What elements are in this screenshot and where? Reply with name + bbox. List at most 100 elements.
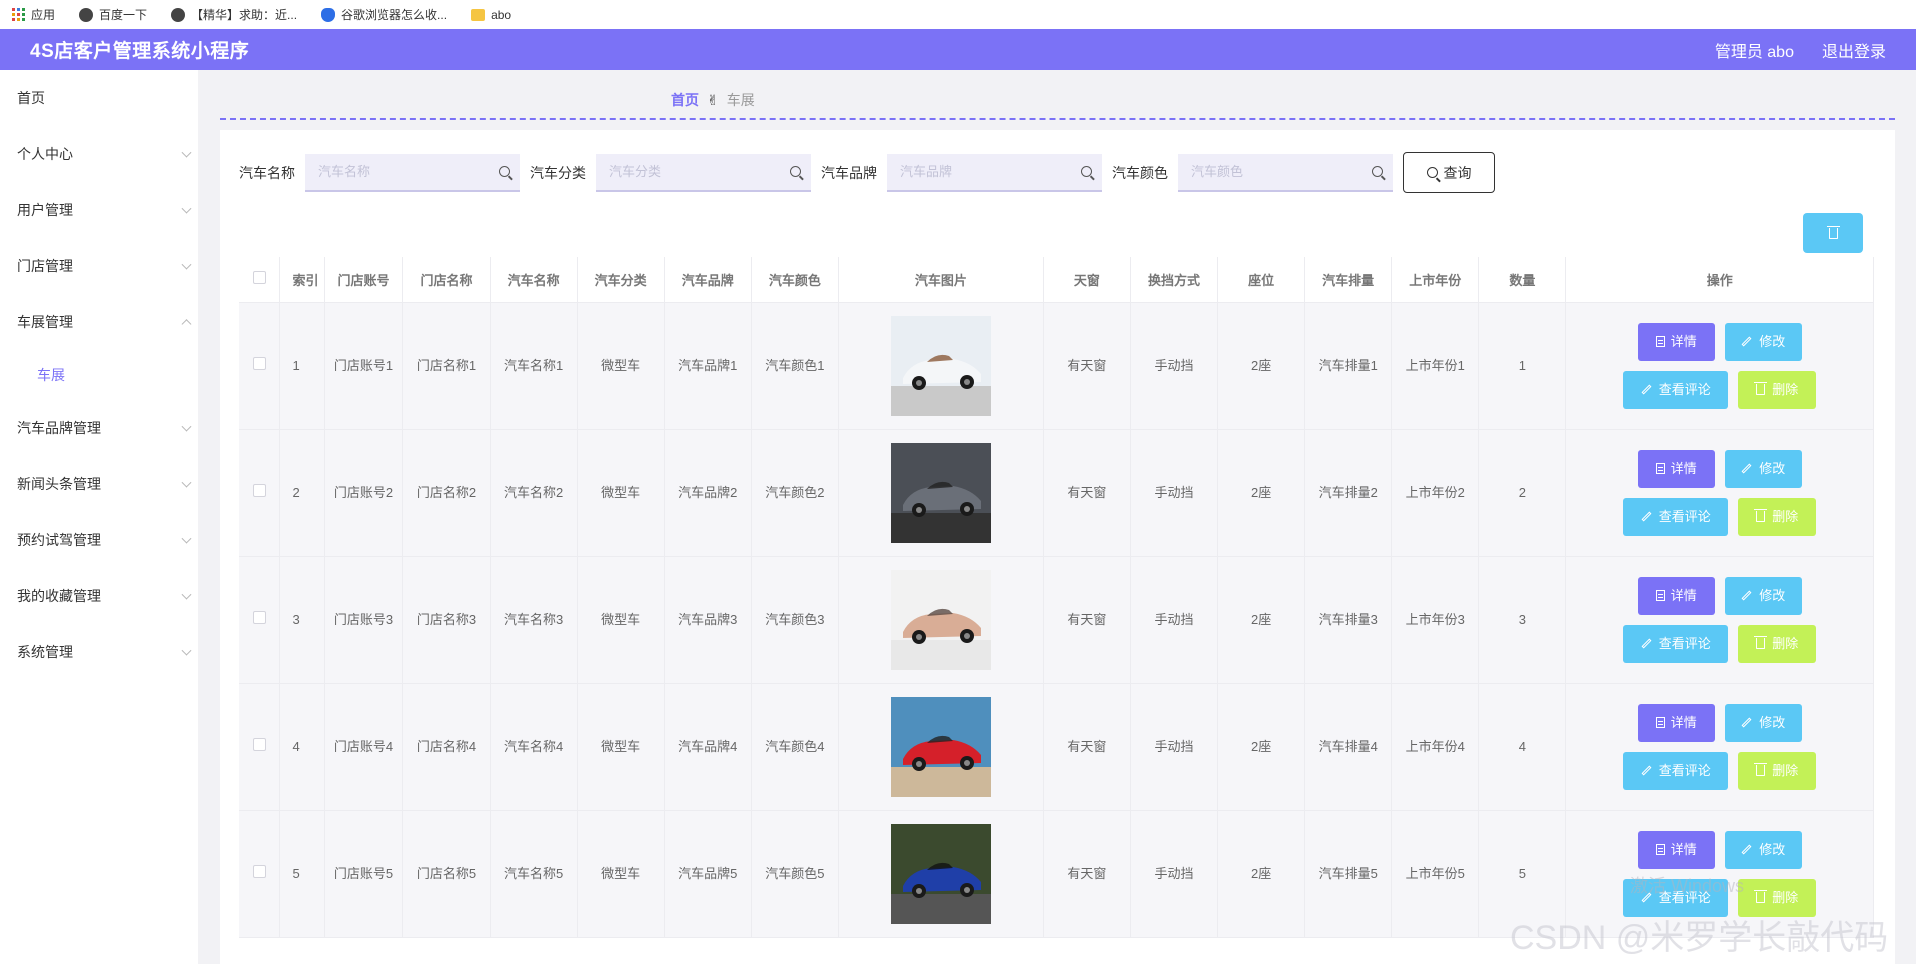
comment-label: 查看评论 xyxy=(1658,509,1711,524)
view-comments-button[interactable]: 查看评论 xyxy=(1623,624,1729,663)
cell-category: 微型车 xyxy=(577,556,665,684)
cell-seats: 2座 xyxy=(1217,683,1306,811)
row-checkbox[interactable] xyxy=(252,484,266,497)
col-header: 座位 xyxy=(1217,257,1306,303)
col-header: 汽车名称 xyxy=(490,257,578,303)
car-photo[interactable] xyxy=(890,442,991,543)
cell-brand: 汽车品牌1 xyxy=(664,302,752,430)
sidebar-item-profile[interactable]: 个人中心 xyxy=(0,126,198,182)
globe-icon xyxy=(171,7,186,22)
bookmark-chrome[interactable]: 谷歌浏览器怎么收... xyxy=(321,6,447,23)
car-photo[interactable] xyxy=(890,823,991,924)
bookmark-abo[interactable]: abo xyxy=(471,8,511,22)
detail-label: 详情 xyxy=(1670,461,1697,476)
table-row: 2 门店账号2 门店名称2 汽车名称2 微型车 汽车品牌2 汽车颜色2 有天窗 手动挡 2座 汽车排… xyxy=(239,429,1874,557)
row-checkbox[interactable] xyxy=(252,865,266,878)
row-checkbox[interactable] xyxy=(252,738,266,751)
car-photo[interactable] xyxy=(890,696,991,797)
cell-store-name: 门店名称1 xyxy=(402,302,491,430)
edit-button[interactable]: 修改 xyxy=(1724,449,1802,488)
row-checkbox[interactable] xyxy=(252,357,266,370)
view-comments-button[interactable]: 查看评论 xyxy=(1623,751,1729,790)
bookmark-help[interactable]: 【精华】求助：近... xyxy=(171,6,297,23)
cell-store-name: 门店名称5 xyxy=(402,810,491,938)
chevron-down-icon xyxy=(181,589,192,600)
sidebar-item-testdrive[interactable]: 预约试驾管理 xyxy=(0,512,198,568)
car-photo[interactable] xyxy=(890,569,991,670)
delete-button[interactable]: 删除 xyxy=(1738,751,1817,790)
cell-brand: 汽车品牌5 xyxy=(664,810,752,938)
query-button[interactable]: 查询 xyxy=(1403,152,1495,193)
delete-button[interactable]: 删除 xyxy=(1738,878,1817,917)
view-comments-button[interactable]: 查看评论 xyxy=(1623,878,1729,917)
cell-year: 上市年份3 xyxy=(1391,556,1480,684)
view-comments-button[interactable]: 查看评论 xyxy=(1623,497,1729,536)
cell-car-image xyxy=(838,302,1044,430)
cell-car-name: 汽车名称3 xyxy=(490,556,578,684)
cell-gear: 手动挡 xyxy=(1130,429,1219,557)
sidebar-item-news[interactable]: 新闻头条管理 xyxy=(0,456,198,512)
delete-button[interactable]: 删除 xyxy=(1738,370,1817,409)
sidebar-item-system[interactable]: 系统管理 xyxy=(0,624,198,680)
sidebar-item-home[interactable]: 首页 xyxy=(0,70,198,126)
detail-button[interactable]: 详情 xyxy=(1637,449,1715,488)
edit-button[interactable]: 修改 xyxy=(1724,322,1802,361)
cell-sunroof: 有天窗 xyxy=(1043,556,1131,684)
brand-search xyxy=(887,153,1102,192)
sidebar-item-label: 门店管理 xyxy=(17,258,73,274)
cell-seats: 2座 xyxy=(1217,302,1306,430)
cell-sunroof: 有天窗 xyxy=(1043,810,1131,938)
detail-button[interactable]: 详情 xyxy=(1637,322,1715,361)
edit-button[interactable]: 修改 xyxy=(1724,830,1802,869)
category-search xyxy=(596,153,811,192)
chevron-down-icon xyxy=(181,645,192,656)
cell-color: 汽车颜色3 xyxy=(751,556,839,684)
cell-gear: 手动挡 xyxy=(1130,810,1219,938)
detail-label: 详情 xyxy=(1670,842,1697,857)
detail-button[interactable]: 详情 xyxy=(1637,703,1715,742)
sidebar-item-stores[interactable]: 门店管理 xyxy=(0,238,198,294)
breadcrumb-current: 车展 xyxy=(726,92,755,108)
delete-label: 删除 xyxy=(1772,636,1799,651)
breadcrumb-home[interactable]: 首页 xyxy=(671,90,699,110)
color-input[interactable] xyxy=(1178,153,1393,190)
cell-store-account: 门店账号2 xyxy=(324,429,404,557)
cell-displacement: 汽车排量3 xyxy=(1304,556,1393,684)
search-label-car-name: 汽车名称 xyxy=(239,164,295,181)
sidebar: 首页 个人中心 用户管理 门店管理 车展管理 车展 汽车品牌管理 新闻头条管理 … xyxy=(0,70,198,964)
sidebar-item-favorites[interactable]: 我的收藏管理 xyxy=(0,568,198,624)
sidebar-item-carshow[interactable]: 车展 xyxy=(0,350,198,400)
edit-button[interactable]: 修改 xyxy=(1724,703,1802,742)
edit-button[interactable]: 修改 xyxy=(1724,576,1802,615)
delete-button[interactable]: 删除 xyxy=(1738,624,1817,663)
sidebar-item-label: 车展 xyxy=(37,367,65,383)
trash-icon xyxy=(1754,636,1768,649)
bookmark-baidu[interactable]: 百度一下 xyxy=(79,6,147,23)
sidebar-item-carshow-management[interactable]: 车展管理 xyxy=(0,294,198,350)
detail-button[interactable]: 详情 xyxy=(1637,830,1715,869)
cell-actions: 详情 修改查看评论 删除 xyxy=(1565,683,1874,811)
delete-button[interactable]: 删除 xyxy=(1738,497,1817,536)
col-header: 索引 xyxy=(279,257,325,303)
row-checkbox[interactable] xyxy=(252,611,266,624)
select-all-checkbox[interactable] xyxy=(252,271,266,285)
car-photo[interactable] xyxy=(890,315,991,416)
sidebar-item-brands[interactable]: 汽车品牌管理 xyxy=(0,400,198,456)
category-input[interactable] xyxy=(596,153,811,190)
cell-quantity: 3 xyxy=(1478,556,1567,684)
batch-delete-button[interactable] xyxy=(1803,213,1863,253)
view-comments-button[interactable]: 查看评论 xyxy=(1623,370,1729,409)
cell-category: 微型车 xyxy=(577,683,665,811)
logout-link[interactable]: 退出登录 xyxy=(1822,38,1886,62)
sidebar-item-label: 用户管理 xyxy=(17,202,73,218)
car-image xyxy=(890,823,991,924)
sidebar-item-users[interactable]: 用户管理 xyxy=(0,182,198,238)
search-icon xyxy=(1426,167,1438,178)
detail-button[interactable]: 详情 xyxy=(1637,576,1715,615)
brand-input[interactable] xyxy=(887,153,1102,190)
document-icon xyxy=(1655,463,1665,474)
car-name-input[interactable] xyxy=(305,153,520,190)
cell-color: 汽车颜色2 xyxy=(751,429,839,557)
color-search xyxy=(1178,153,1393,192)
bookmark-apps[interactable]: 应用 xyxy=(12,6,55,23)
